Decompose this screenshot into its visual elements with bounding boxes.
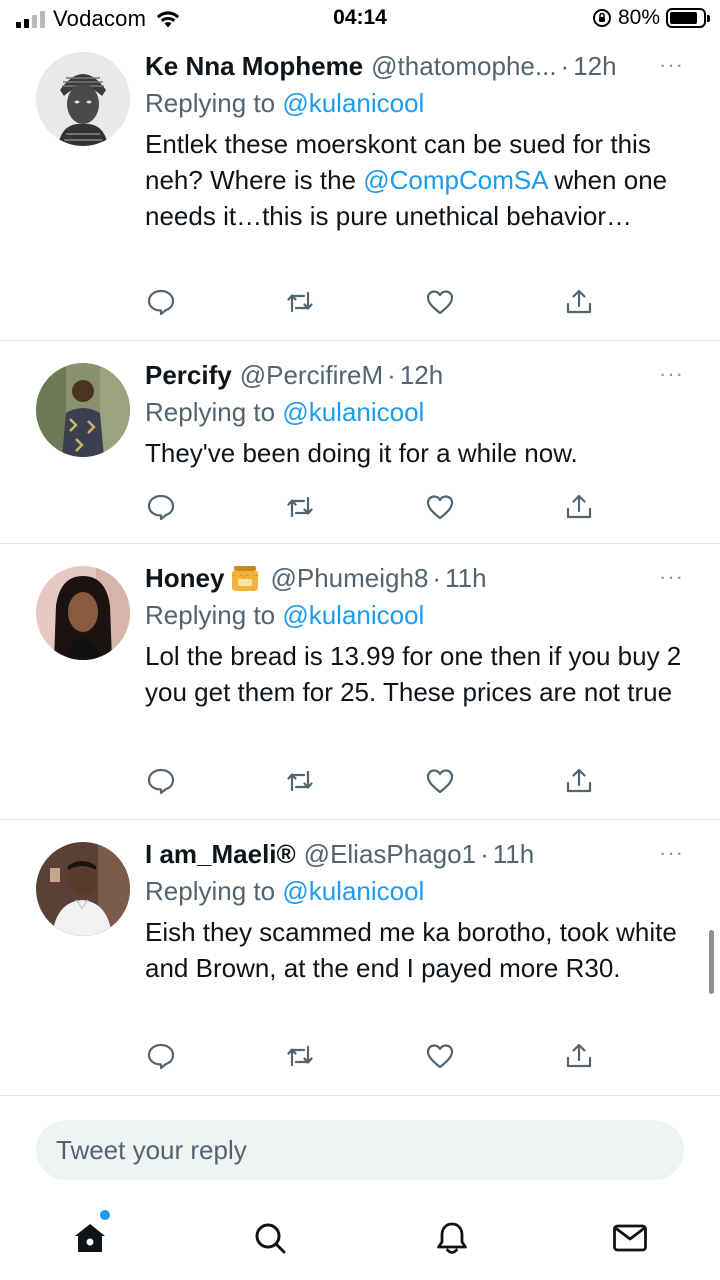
notifications-icon[interactable] [430,1216,474,1260]
separator-dot: · [387,359,396,390]
retweet-icon[interactable] [284,765,316,797]
user-handle[interactable]: @PercifireM [240,360,383,391]
tweet-header: I am_Maeli® @EliasPhago1 · 11h [145,838,684,870]
bottom-nav [0,1196,720,1280]
replying-to-label: Replying to [145,600,276,630]
tweet-text: Eish they scammed me ka borotho, took wh… [145,917,677,983]
reply-icon[interactable] [145,765,177,797]
user-handle[interactable]: @Phumeigh8 [270,563,428,594]
display-name[interactable]: I am_Maeli® [145,839,296,870]
tweet-reply-input[interactable] [36,1120,684,1180]
tweet-text: Entlek these moerskont can be sued for t… [145,126,684,234]
avatar[interactable] [36,842,130,936]
more-options-icon[interactable]: ··· [659,361,684,387]
avatar[interactable] [36,363,130,457]
reply-icon[interactable] [145,491,177,523]
honey-pot-icon [232,566,259,591]
separator-dot: · [560,50,570,81]
tweet-time: 11h [492,838,535,869]
user-handle[interactable]: @EliasPhago1 [304,839,476,870]
tweet-text: They've been doing it for a while now. [145,438,578,468]
tweet[interactable]: Honey @Phumeigh8 · 11h ··· Replying to @… [0,544,720,820]
replying-to: Replying to @kulanicool [145,874,684,908]
status-bar: Vodacom 04:14 80% [0,0,720,36]
more-options-icon[interactable]: ··· [659,564,684,590]
share-icon[interactable] [563,286,595,318]
scrollbar[interactable] [709,930,714,994]
display-name[interactable]: Ke Nna Mopheme [145,51,363,82]
tweet-time: 12h [399,359,444,390]
tweet-header: Ke Nna Mopheme @thatomophe... · 12h [145,50,684,82]
mention-link[interactable]: @kulanicool [282,88,424,118]
tweet[interactable]: I am_Maeli® @EliasPhago1 · 11h ··· Reply… [0,820,720,1096]
tweet-actions [145,1040,595,1072]
reply-composer[interactable] [36,1120,684,1180]
tweet-actions [145,765,595,797]
like-icon[interactable] [424,286,456,318]
retweet-icon[interactable] [284,491,316,523]
share-icon[interactable] [563,1040,595,1072]
orientation-lock-icon [592,9,611,27]
tweet-header: Honey @Phumeigh8 · 11h [145,562,684,594]
share-icon[interactable] [563,491,595,523]
separator-dot: · [480,838,489,869]
battery-percent: 80% [617,6,660,29]
tweet-time: 12h [573,50,617,81]
reply-icon[interactable] [145,286,177,318]
tweet[interactable]: Percify @PercifireM · 12h ··· Replying t… [0,341,720,544]
avatar[interactable] [36,52,130,146]
separator-dot: · [432,562,442,593]
new-content-dot [100,1210,110,1220]
battery-icon [666,8,710,28]
more-options-icon[interactable]: ··· [659,840,684,866]
mention-link[interactable]: @CompComSA [363,165,547,195]
tweet-actions [145,286,595,318]
search-icon[interactable] [248,1216,292,1260]
replying-to: Replying to @kulanicool [145,86,684,120]
messages-icon[interactable] [608,1216,652,1260]
share-icon[interactable] [563,765,595,797]
avatar[interactable] [36,566,130,660]
mention-link[interactable]: @kulanicool [282,600,424,630]
tweet[interactable]: Ke Nna Mopheme @thatomophe... · 12h ··· … [0,36,720,341]
more-options-icon[interactable]: ··· [659,52,684,78]
display-name[interactable]: Percify [145,360,232,391]
home-icon[interactable] [68,1210,112,1260]
tweet-time: 11h [445,562,487,593]
reply-icon[interactable] [145,1040,177,1072]
replying-to: Replying to @kulanicool [145,395,684,429]
mention-link[interactable]: @kulanicool [282,876,424,906]
like-icon[interactable] [424,765,456,797]
mention-link[interactable]: @kulanicool [282,397,424,427]
tweet-header: Percify @PercifireM · 12h [145,359,684,391]
user-handle[interactable]: @thatomophe... [371,51,556,82]
like-icon[interactable] [424,1040,456,1072]
display-name[interactable]: Honey [145,563,224,594]
replying-to-label: Replying to [145,88,276,118]
retweet-icon[interactable] [284,286,316,318]
replying-to: Replying to @kulanicool [145,598,684,632]
tweet-text: Lol the bread is 13.99 for one then if y… [145,641,682,707]
replying-to-label: Replying to [145,397,276,427]
like-icon[interactable] [424,491,456,523]
tweet-actions [145,491,595,523]
replying-to-label: Replying to [145,876,276,906]
retweet-icon[interactable] [284,1040,316,1072]
